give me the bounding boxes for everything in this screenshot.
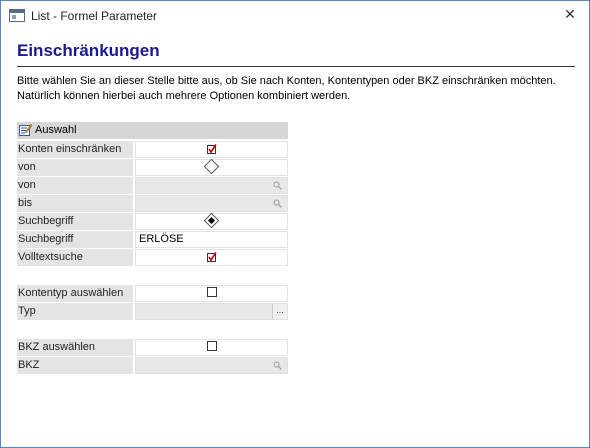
row-bis-field: bis (17, 195, 288, 212)
app-window-icon (9, 9, 25, 22)
radio-selected-icon[interactable] (203, 212, 220, 228)
label-von-field: von (17, 177, 133, 194)
input-bkz[interactable] (135, 357, 288, 374)
title-bar[interactable]: List - Formel Parameter ✕ (1, 1, 589, 30)
label-bkz: BKZ (17, 357, 133, 374)
label-suchbegriff-radio: Suchbegriff (17, 213, 133, 230)
label-kontentyp-auswaehlen: Kontentyp auswählen (17, 285, 133, 302)
label-suchbegriff-field: Suchbegriff (17, 231, 133, 248)
row-konten-einschraenken: Konten einschränken (17, 141, 288, 158)
label-von-radio: von (17, 159, 133, 176)
description-text: Bitte wählen Sie an dieser Stelle bitte … (17, 75, 556, 102)
checkbox-unchecked-icon[interactable] (206, 287, 217, 298)
row-suchbegriff-field: Suchbegriff ERLÖSE (17, 231, 288, 248)
search-icon[interactable] (273, 181, 282, 190)
edit-list-icon (19, 124, 32, 136)
value-volltextsuche[interactable] (135, 249, 288, 266)
value-von-radio[interactable] (135, 158, 288, 176)
row-bkz: BKZ (17, 357, 288, 374)
row-typ: Typ ... (17, 303, 288, 320)
input-von[interactable] (135, 177, 288, 194)
input-bis[interactable] (135, 195, 288, 212)
window-title: List - Formel Parameter (31, 9, 158, 23)
row-von-field: von (17, 177, 288, 194)
dialog-window: List - Formel Parameter ✕ Einschränkunge… (0, 0, 590, 448)
label-bkz-auswaehlen: BKZ auswählen (17, 339, 133, 356)
section-title: Auswahl (35, 124, 77, 136)
value-kontentyp-auswaehlen[interactable] (135, 285, 288, 302)
row-suchbegriff-radio: Suchbegriff (17, 212, 288, 230)
label-typ: Typ (17, 303, 133, 320)
value-bkz-auswaehlen[interactable] (135, 339, 288, 356)
search-icon[interactable] (273, 361, 282, 370)
checkbox-unchecked-icon[interactable] (206, 341, 217, 352)
heading-divider (17, 66, 575, 67)
browse-button[interactable]: ... (272, 304, 287, 319)
input-suchbegriff-value: ERLÖSE (139, 233, 184, 245)
input-suchbegriff[interactable]: ERLÖSE (135, 231, 288, 248)
label-konten-einschraenken: Konten einschränken (17, 141, 133, 158)
page-title: Einschränkungen (17, 41, 160, 60)
checkbox-checked-icon[interactable] (206, 251, 217, 263)
checkbox-checked-icon[interactable] (206, 143, 217, 155)
label-bis: bis (17, 195, 133, 212)
row-volltextsuche: Volltextsuche (17, 249, 288, 266)
row-bkz-auswaehlen: BKZ auswählen (17, 339, 288, 356)
value-konten-einschraenken[interactable] (135, 141, 288, 158)
section-header-auswahl: Auswahl (17, 122, 288, 139)
value-suchbegriff-radio[interactable] (135, 212, 288, 230)
label-volltextsuche: Volltextsuche (17, 249, 133, 266)
input-typ[interactable]: ... (135, 303, 288, 320)
radio-unselected-icon[interactable] (203, 158, 220, 174)
row-kontentyp-auswaehlen: Kontentyp auswählen (17, 285, 288, 302)
row-von-radio: von (17, 158, 288, 176)
close-button[interactable]: ✕ (559, 4, 581, 24)
search-icon[interactable] (273, 199, 282, 208)
